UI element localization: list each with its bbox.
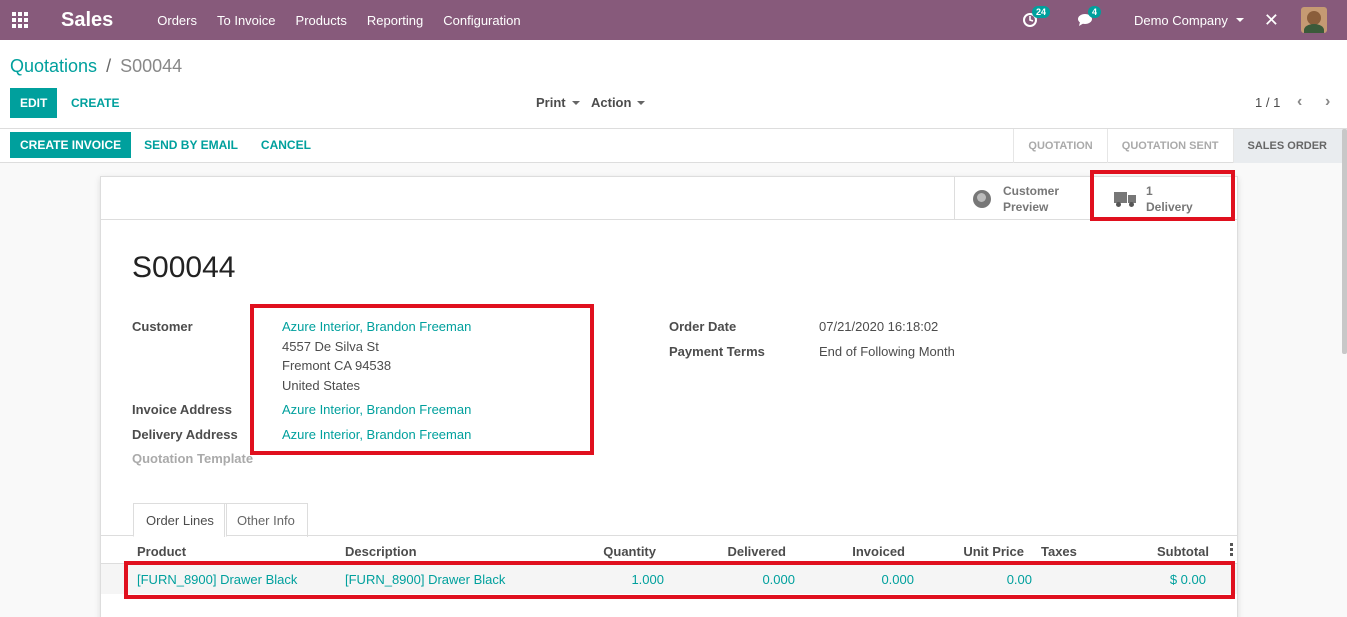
- breadcrumb-quotations[interactable]: Quotations: [10, 56, 97, 76]
- menu-reporting[interactable]: Reporting: [367, 13, 423, 28]
- col-taxes[interactable]: Taxes: [1041, 544, 1077, 559]
- chevron-down-icon: [571, 100, 580, 105]
- highlight-customer-block: [250, 304, 594, 455]
- action-dropdown[interactable]: Action: [591, 95, 646, 110]
- apps-grid-icon[interactable]: [0, 0, 40, 40]
- chevron-left-icon[interactable]: ‹: [1297, 93, 1302, 111]
- activity-clock-icon[interactable]: 24: [1022, 6, 1050, 28]
- page-scrollbar[interactable]: [1342, 129, 1347, 354]
- delivery-address-label: Delivery Address: [132, 427, 238, 442]
- messages-chat-icon[interactable]: 4: [1077, 6, 1101, 28]
- stage-pipeline: QUOTATION QUOTATION SENT SALES ORDER: [1013, 129, 1347, 163]
- order-title: S00044: [132, 251, 236, 284]
- col-product[interactable]: Product: [137, 544, 186, 559]
- menu-configuration[interactable]: Configuration: [443, 13, 520, 28]
- column-options-icon[interactable]: [1230, 543, 1233, 558]
- menu-to-invoice[interactable]: To Invoice: [217, 13, 276, 28]
- quotation-template-label: Quotation Template: [132, 451, 254, 466]
- stage-quotation-sent[interactable]: QUOTATION SENT: [1106, 129, 1233, 163]
- customer-preview-line2: Preview: [1003, 199, 1049, 214]
- close-icon[interactable]: ✕: [1264, 10, 1279, 31]
- col-quantity[interactable]: Quantity: [551, 544, 656, 559]
- app-title: Sales: [61, 8, 114, 31]
- tab-order-lines[interactable]: Order Lines: [133, 503, 227, 537]
- col-invoiced[interactable]: Invoiced: [800, 544, 905, 559]
- edit-button[interactable]: EDIT: [10, 88, 58, 118]
- highlight-order-line: [124, 561, 1235, 599]
- customer-label: Customer: [132, 319, 193, 334]
- tab-other-info[interactable]: Other Info: [224, 503, 308, 537]
- company-switcher[interactable]: Demo Company: [1134, 13, 1228, 28]
- message-count-badge: 4: [1087, 6, 1101, 18]
- top-navbar: Sales Orders To Invoice Products Reporti…: [0, 0, 1347, 40]
- menu-products[interactable]: Products: [296, 13, 347, 28]
- breadcrumb-separator: /: [106, 56, 112, 76]
- stage-quotation[interactable]: QUOTATION: [1013, 129, 1106, 163]
- chevron-down-icon: [1235, 18, 1244, 22]
- highlight-delivery-button: [1090, 170, 1235, 221]
- col-unit-price[interactable]: Unit Price: [919, 544, 1024, 559]
- status-bar: CREATE INVOICE SEND BY EMAIL CANCEL QUOT…: [0, 129, 1347, 163]
- col-delivered[interactable]: Delivered: [681, 544, 786, 559]
- cancel-button[interactable]: CANCEL: [251, 132, 321, 158]
- order-lines-header: Product Description Quantity Delivered I…: [101, 536, 1237, 564]
- customer-preview-button[interactable]: Customer Preview: [954, 177, 1091, 220]
- col-description[interactable]: Description: [345, 544, 417, 559]
- customer-preview-line1: Customer: [1003, 183, 1060, 198]
- payment-terms-value: End of Following Month: [819, 344, 955, 359]
- create-button[interactable]: CREATE: [61, 88, 129, 118]
- col-subtotal[interactable]: Subtotal: [1104, 544, 1209, 559]
- user-avatar[interactable]: [1301, 7, 1327, 33]
- print-dropdown[interactable]: Print: [536, 95, 580, 110]
- action-label: Action: [591, 95, 632, 110]
- stage-sales-order[interactable]: SALES ORDER: [1232, 129, 1347, 163]
- pager-value: 1 / 1: [1255, 95, 1281, 110]
- create-invoice-button[interactable]: CREATE INVOICE: [10, 132, 132, 158]
- order-date-label: Order Date: [669, 319, 737, 334]
- breadcrumb: Quotations / S00044: [10, 56, 182, 77]
- control-panel: Quotations / S00044 EDIT CREATE Print Ac…: [0, 40, 1347, 129]
- notebook-tabs: Order Lines Other Info: [101, 502, 1237, 537]
- chevron-down-icon: [637, 100, 646, 105]
- breadcrumb-current: S00044: [120, 56, 183, 76]
- chevron-right-icon[interactable]: ›: [1325, 93, 1330, 111]
- send-by-email-button[interactable]: SEND BY EMAIL: [134, 132, 248, 158]
- print-label: Print: [536, 95, 566, 110]
- menu-orders[interactable]: Orders: [157, 13, 197, 28]
- activity-count-badge: 24: [1031, 6, 1050, 18]
- globe-icon: [973, 189, 991, 208]
- order-date-value: 07/21/2020 16:18:02: [819, 319, 939, 334]
- smart-button-box: Customer Preview 1 Delivery: [101, 177, 1237, 220]
- invoice-address-label: Invoice Address: [132, 402, 232, 417]
- payment-terms-label: Payment Terms: [669, 344, 765, 359]
